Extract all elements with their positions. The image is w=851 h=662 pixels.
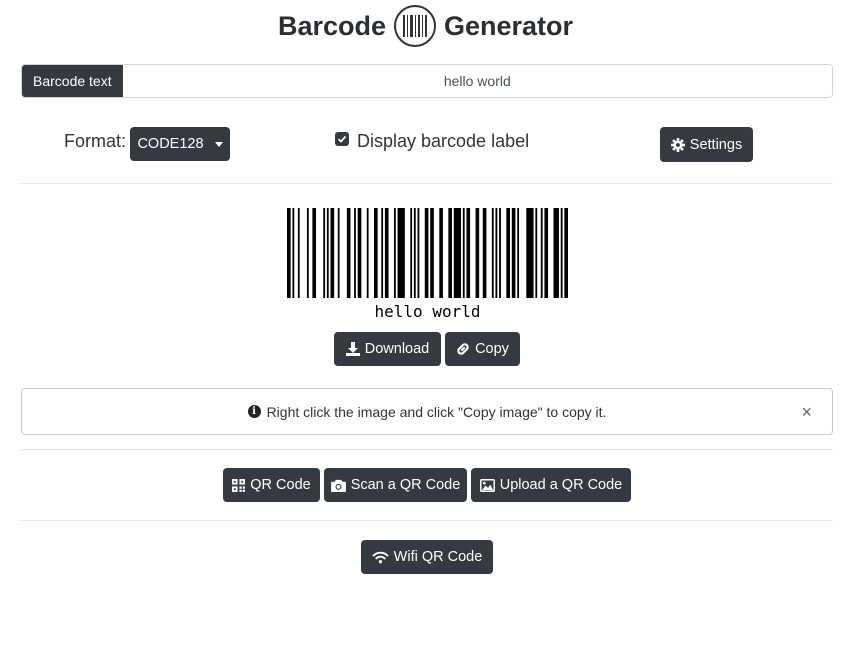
info-icon: i [247,405,261,418]
barcode-bar [374,208,378,298]
barcode-bar [292,208,295,298]
barcode-bar [482,208,487,298]
close-icon[interactable]: × [801,402,812,423]
barcode-image[interactable] [287,208,568,298]
download-button[interactable]: Download [334,332,441,366]
display-label-toggle[interactable]: Display barcode label [335,131,529,152]
wifi-qr-label: Wifi QR Code [393,549,483,565]
check-icon [337,135,347,143]
barcode-text-group: Barcode text [21,64,833,98]
divider [21,449,833,450]
gear-icon [670,137,685,152]
format-dropdown[interactable]: CODE128 [130,127,230,161]
barcode-text-input[interactable] [122,65,832,97]
page-title: Barcode Generator [0,5,851,47]
barcode-bar [381,208,384,298]
format-label: Format: [64,131,127,151]
wifi-qr-button[interactable]: Wifi QR Code [361,540,493,574]
barcode-bar [326,208,329,298]
barcode-bar [357,208,362,298]
image-icon [479,478,495,492]
barcode-bar [424,208,429,298]
barcode-logo-icon [394,5,436,47]
barcode-bar [410,208,413,298]
barcode-bar [417,208,420,298]
barcode-bar [475,208,480,298]
barcode-bar [526,208,534,298]
barcode-bar [297,208,300,298]
barcode-bar [511,208,516,298]
barcode-bar [354,208,356,298]
settings-button[interactable]: Settings [660,127,753,162]
barcode-bar [330,208,335,298]
caret-down-icon [214,141,223,147]
barcode-bar [564,208,568,298]
upload-qr-button[interactable]: Upload a QR Code [471,468,631,502]
qrcode-icon [232,478,246,492]
wifi-icon [372,551,389,563]
barcode-bar [544,208,549,298]
divider [21,183,833,184]
barcode-bar [448,208,452,298]
download-label: Download [364,341,430,357]
copy-hint-alert: i Right click the image and click "Copy … [21,388,833,435]
barcode-bar [517,208,520,298]
display-label-text: Display barcode label [357,131,530,151]
barcode-bar [499,208,501,298]
barcode-bar [384,208,389,298]
copy-label: Copy [475,341,509,357]
barcode-bar [430,208,434,298]
barcode-bar [540,208,543,298]
barcode-bar [413,208,416,298]
settings-label: Settings [689,136,743,153]
barcode-bar [495,208,498,298]
title-left: Barcode [277,10,386,41]
barcode-bar [453,208,462,298]
upload-qr-label: Upload a QR Code [499,477,623,493]
barcode-bar [393,208,396,298]
camera-icon [330,479,346,492]
barcode-bar [397,208,405,298]
barcode-label: hello world [374,302,481,321]
barcode-bar [287,208,291,298]
link-icon [457,343,469,355]
barcode-bar [337,208,340,298]
barcode-bar [323,208,326,298]
barcode-bar [439,208,443,298]
barcode-bar [306,208,309,298]
barcode-bar [560,208,563,298]
divider [21,520,833,521]
barcode-bar [462,208,465,298]
barcode-bar [553,208,559,298]
title-right: Generator [444,10,574,41]
barcode-bar [346,208,351,298]
alert-text: Right click the image and click "Copy im… [266,403,607,420]
scan-qr-label: Scan a QR Code [350,477,461,493]
barcode-bar [491,208,494,298]
barcode-bar [506,208,510,298]
barcode-bar [466,208,471,298]
display-label-checkbox[interactable] [335,131,349,146]
qr-code-button[interactable]: QR Code [223,468,320,502]
barcode-text-label: Barcode text [22,65,123,97]
format-selected: CODE128 [137,136,204,152]
download-icon [345,342,360,356]
copy-button[interactable]: Copy [445,332,520,366]
barcode-bar [312,208,317,298]
qr-code-label: QR Code [250,477,311,493]
scan-qr-button[interactable]: Scan a QR Code [324,468,467,502]
barcode-bar [366,208,369,298]
barcode-bar [535,208,538,298]
